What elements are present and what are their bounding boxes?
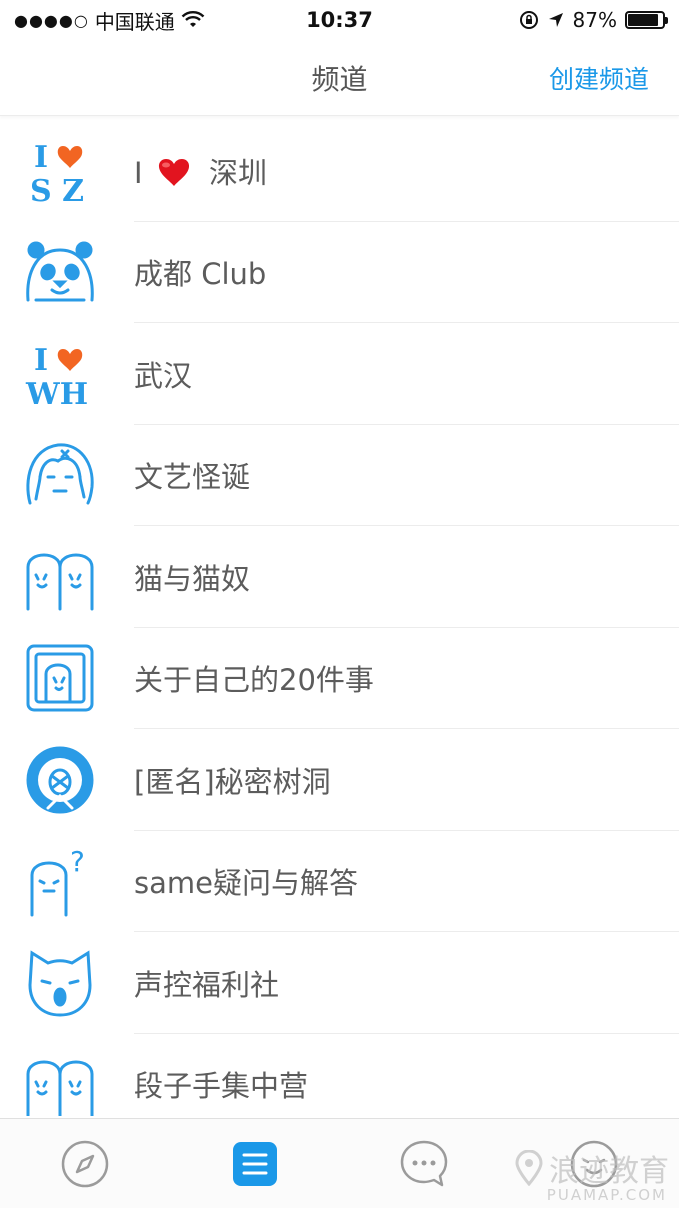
- tab-profile[interactable]: [564, 1134, 624, 1194]
- status-right: 87%: [519, 8, 668, 32]
- status-bar: ●●●●○ 中国联通 10:37 87%: [0, 0, 679, 40]
- rotation-lock-icon: [519, 11, 538, 29]
- navigation-bar: 频道 创建频道: [0, 40, 679, 116]
- page-title: 频道: [311, 62, 368, 96]
- channel-row-wenyi[interactable]: 文艺怪诞: [0, 425, 679, 526]
- panda-icon: [22, 234, 98, 310]
- two-ghosts-icon: [22, 1046, 98, 1116]
- channel-row-secret-hole[interactable]: [匿名]秘密树洞: [0, 729, 679, 831]
- smiley-face-icon: [570, 1140, 618, 1187]
- svg-text:S Z: S Z: [30, 174, 84, 209]
- secret-tree-hole-icon: [22, 742, 98, 818]
- channel-row-shenzhen[interactable]: I S Z I 深圳: [0, 120, 679, 222]
- channel-name: 武汉: [134, 358, 193, 393]
- chat-bubble-icon: [401, 1140, 448, 1186]
- create-channel-button[interactable]: 创建频道: [549, 40, 649, 116]
- channel-row-chengdu[interactable]: 成都 Club: [0, 222, 679, 323]
- location-arrow-icon: [548, 13, 563, 27]
- i-love-wh-icon: I WH: [22, 336, 98, 412]
- signal-icon: ●●●●○: [14, 10, 89, 30]
- list-icon: [232, 1141, 277, 1186]
- channel-name: 关于自己的20件事: [134, 663, 374, 698]
- svg-text:I: I: [34, 140, 48, 175]
- channel-name: 文艺怪诞: [134, 460, 251, 495]
- wifi-icon: [181, 11, 205, 27]
- watermark-subtext: PUAMAP.COM: [546, 1186, 667, 1204]
- red-heart-icon: [158, 158, 189, 186]
- channel-name: 猫与猫奴: [134, 561, 251, 596]
- channel-row-faq[interactable]: ? same疑问与解答: [0, 831, 679, 932]
- battery-percent: 87%: [572, 8, 617, 32]
- question-ghost-icon: ?: [22, 843, 98, 919]
- battery-icon: [625, 11, 668, 29]
- channel-screen: ●●●●○ 中国联通 10:37 87% 频道 创建频道 I S Z I 深圳 …: [0, 0, 679, 1208]
- channel-name: 成都 Club: [134, 257, 267, 292]
- channel-name: [匿名]秘密树洞: [134, 764, 331, 799]
- battery-fill: [628, 14, 658, 26]
- tab-channels[interactable]: [225, 1134, 285, 1194]
- tab-discover[interactable]: [55, 1134, 115, 1194]
- svg-text:WH: WH: [25, 377, 88, 412]
- channel-row-wuhan[interactable]: I WH 武汉: [0, 323, 679, 425]
- tab-messages[interactable]: [394, 1134, 454, 1194]
- i-love-sz-icon: I S Z: [22, 133, 98, 209]
- status-left: ●●●●○ 中国联通: [14, 6, 205, 35]
- carrier-name: 中国联通: [94, 9, 175, 34]
- singing-cat-icon: [22, 945, 98, 1021]
- messy-hair-face-icon: [22, 437, 98, 513]
- channel-name: I 深圳: [134, 155, 268, 190]
- svg-text:I: I: [34, 343, 48, 378]
- picture-frame-ghost-icon: [22, 640, 98, 716]
- channel-row-twenty-things[interactable]: 关于自己的20件事: [0, 628, 679, 729]
- channel-name: same疑问与解答: [134, 866, 358, 901]
- two-ghosts-icon: [22, 539, 98, 615]
- channel-row-cats[interactable]: 猫与猫奴: [0, 526, 679, 628]
- channel-row-voice[interactable]: 声控福利社: [0, 932, 679, 1034]
- channel-name: 声控福利社: [134, 967, 280, 1002]
- channel-row-jokes[interactable]: 段子手集中营: [0, 1034, 679, 1116]
- compass-icon: [61, 1140, 109, 1187]
- svg-text:?: ?: [70, 845, 85, 878]
- channel-name: 段子手集中营: [134, 1069, 309, 1104]
- channel-list[interactable]: I S Z I 深圳 成都 Club I WH 武汉 文艺怪诞 猫与猫奴 关于自…: [0, 120, 679, 1116]
